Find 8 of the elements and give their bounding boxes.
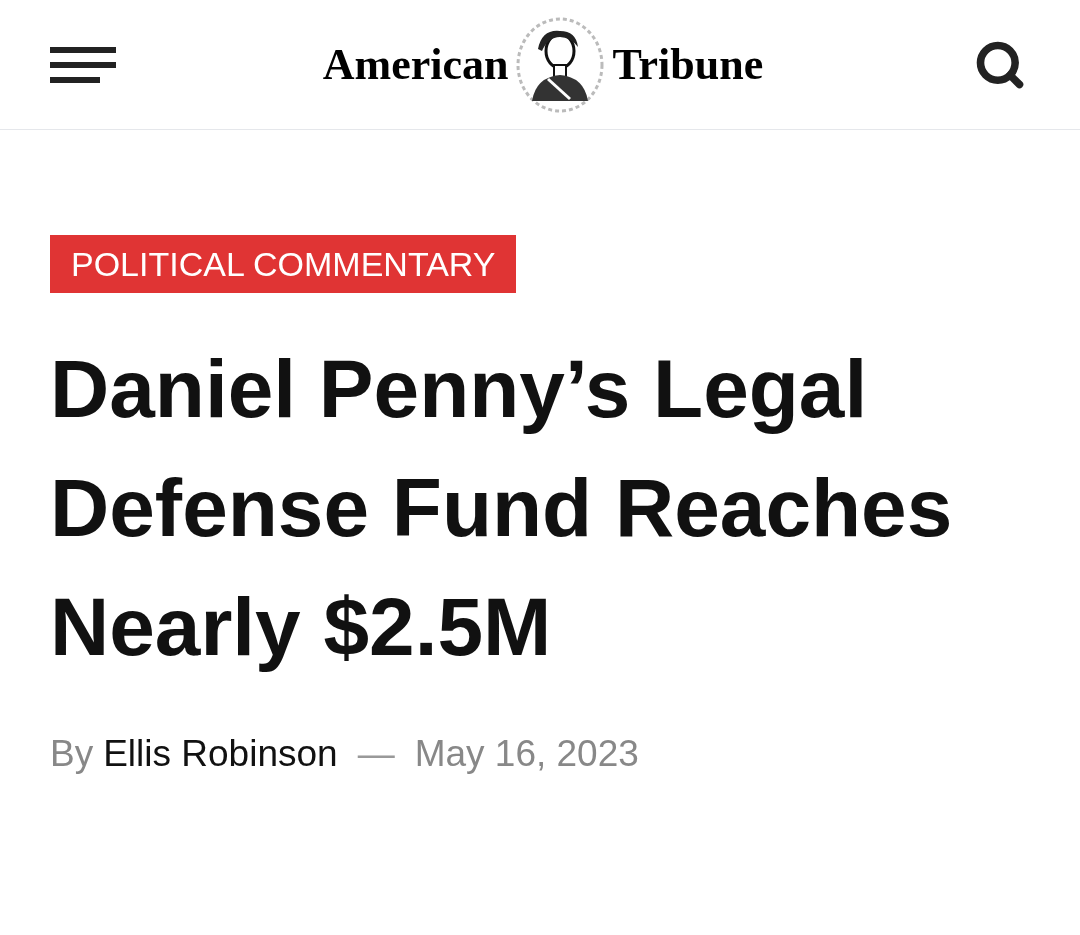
byline-prefix: By (50, 732, 94, 776)
logo-text: Tribune (612, 38, 764, 91)
byline-separator: — (357, 732, 395, 776)
article-headline: Daniel Penny’s Legal Defense Fund Reaches Nearly $2.5M (50, 342, 954, 674)
author-link[interactable]: Ellis Robinson (103, 726, 338, 782)
logo-text: American (322, 38, 509, 91)
publish-date: May 16, 2023 (414, 732, 639, 776)
category-tag[interactable]: POLITICAL COMMENTARY (50, 235, 517, 293)
